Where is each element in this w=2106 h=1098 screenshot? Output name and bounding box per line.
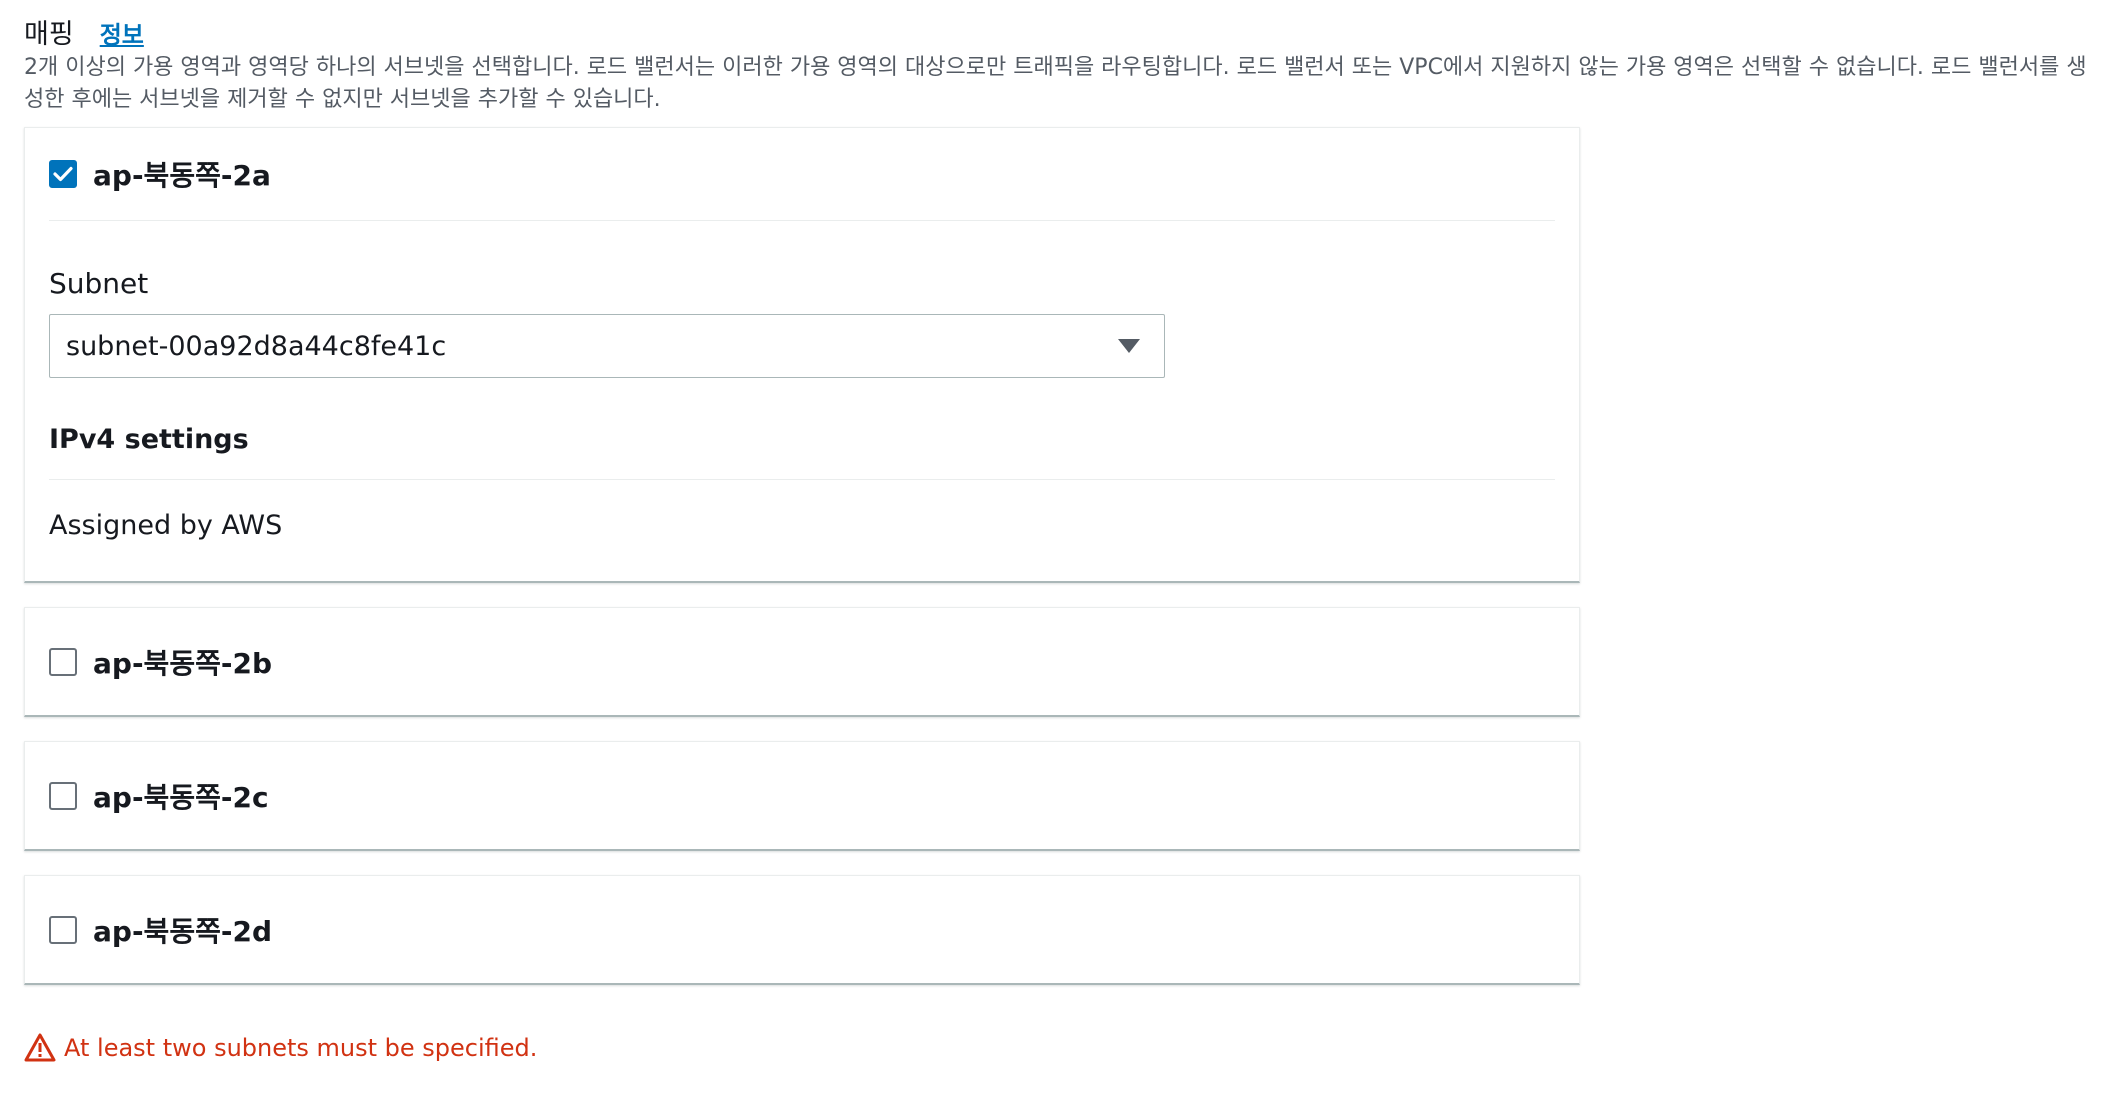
zone-header: ap-북동쪽-2b (49, 608, 1555, 715)
ipv4-settings-heading: IPv4 settings (49, 424, 1555, 480)
section-title: 매핑 (24, 19, 74, 50)
error-message: At least two subnets must be specified. (64, 1034, 538, 1062)
subnet-select-value: subnet-00a92d8a44c8fe41c (66, 330, 447, 362)
zone-checkbox-2a[interactable] (49, 160, 77, 188)
warning-triangle-icon (24, 1033, 56, 1062)
zone-header: ap-북동쪽-2c (49, 742, 1555, 849)
info-link[interactable]: 정보 (100, 15, 144, 50)
zone-checkbox-2b[interactable] (49, 647, 77, 676)
zone-header: ap-북동쪽-2a (49, 128, 1555, 221)
validation-error: At least two subnets must be specified. (24, 1033, 537, 1063)
zone-header: ap-북동쪽-2d (49, 876, 1555, 983)
caret-down-icon (1118, 339, 1140, 353)
zone-checkbox-2d[interactable] (49, 915, 77, 944)
zone-name: ap-북동쪽-2b (93, 646, 272, 680)
zone-details: Subnet subnet-00a92d8a44c8fe41c IPv4 set… (49, 221, 1555, 581)
subnet-select[interactable]: subnet-00a92d8a44c8fe41c (49, 314, 1165, 378)
zone-card-2d: ap-북동쪽-2d (24, 875, 1580, 985)
zone-card-2b: ap-북동쪽-2b (24, 607, 1580, 717)
checkmark-icon (53, 166, 73, 182)
zone-card-2c: ap-북동쪽-2c (24, 741, 1580, 851)
subnet-label: Subnet (49, 267, 149, 300)
section-header: 매핑 정보 (24, 12, 144, 51)
ipv4-settings-value: Assigned by AWS (49, 510, 283, 541)
zone-checkbox-2c[interactable] (49, 781, 77, 810)
zone-name: ap-북동쪽-2d (93, 914, 272, 948)
zone-card-2a: ap-북동쪽-2a Subnet subnet-00a92d8a44c8fe41… (24, 127, 1580, 583)
zone-name: ap-북동쪽-2c (93, 780, 269, 814)
zone-name: ap-북동쪽-2a (93, 159, 271, 192)
section-description: 2개 이상의 가용 영역과 영역당 하나의 서브넷을 선택합니다. 로드 밸런서… (24, 55, 2087, 112)
availability-zone-list: ap-북동쪽-2a Subnet subnet-00a92d8a44c8fe41… (24, 127, 1580, 1009)
mapping-section: 매핑 정보 2개 이상의 가용 영역과 영역당 하나의 서브넷을 선택합니다. … (0, 0, 2106, 1098)
